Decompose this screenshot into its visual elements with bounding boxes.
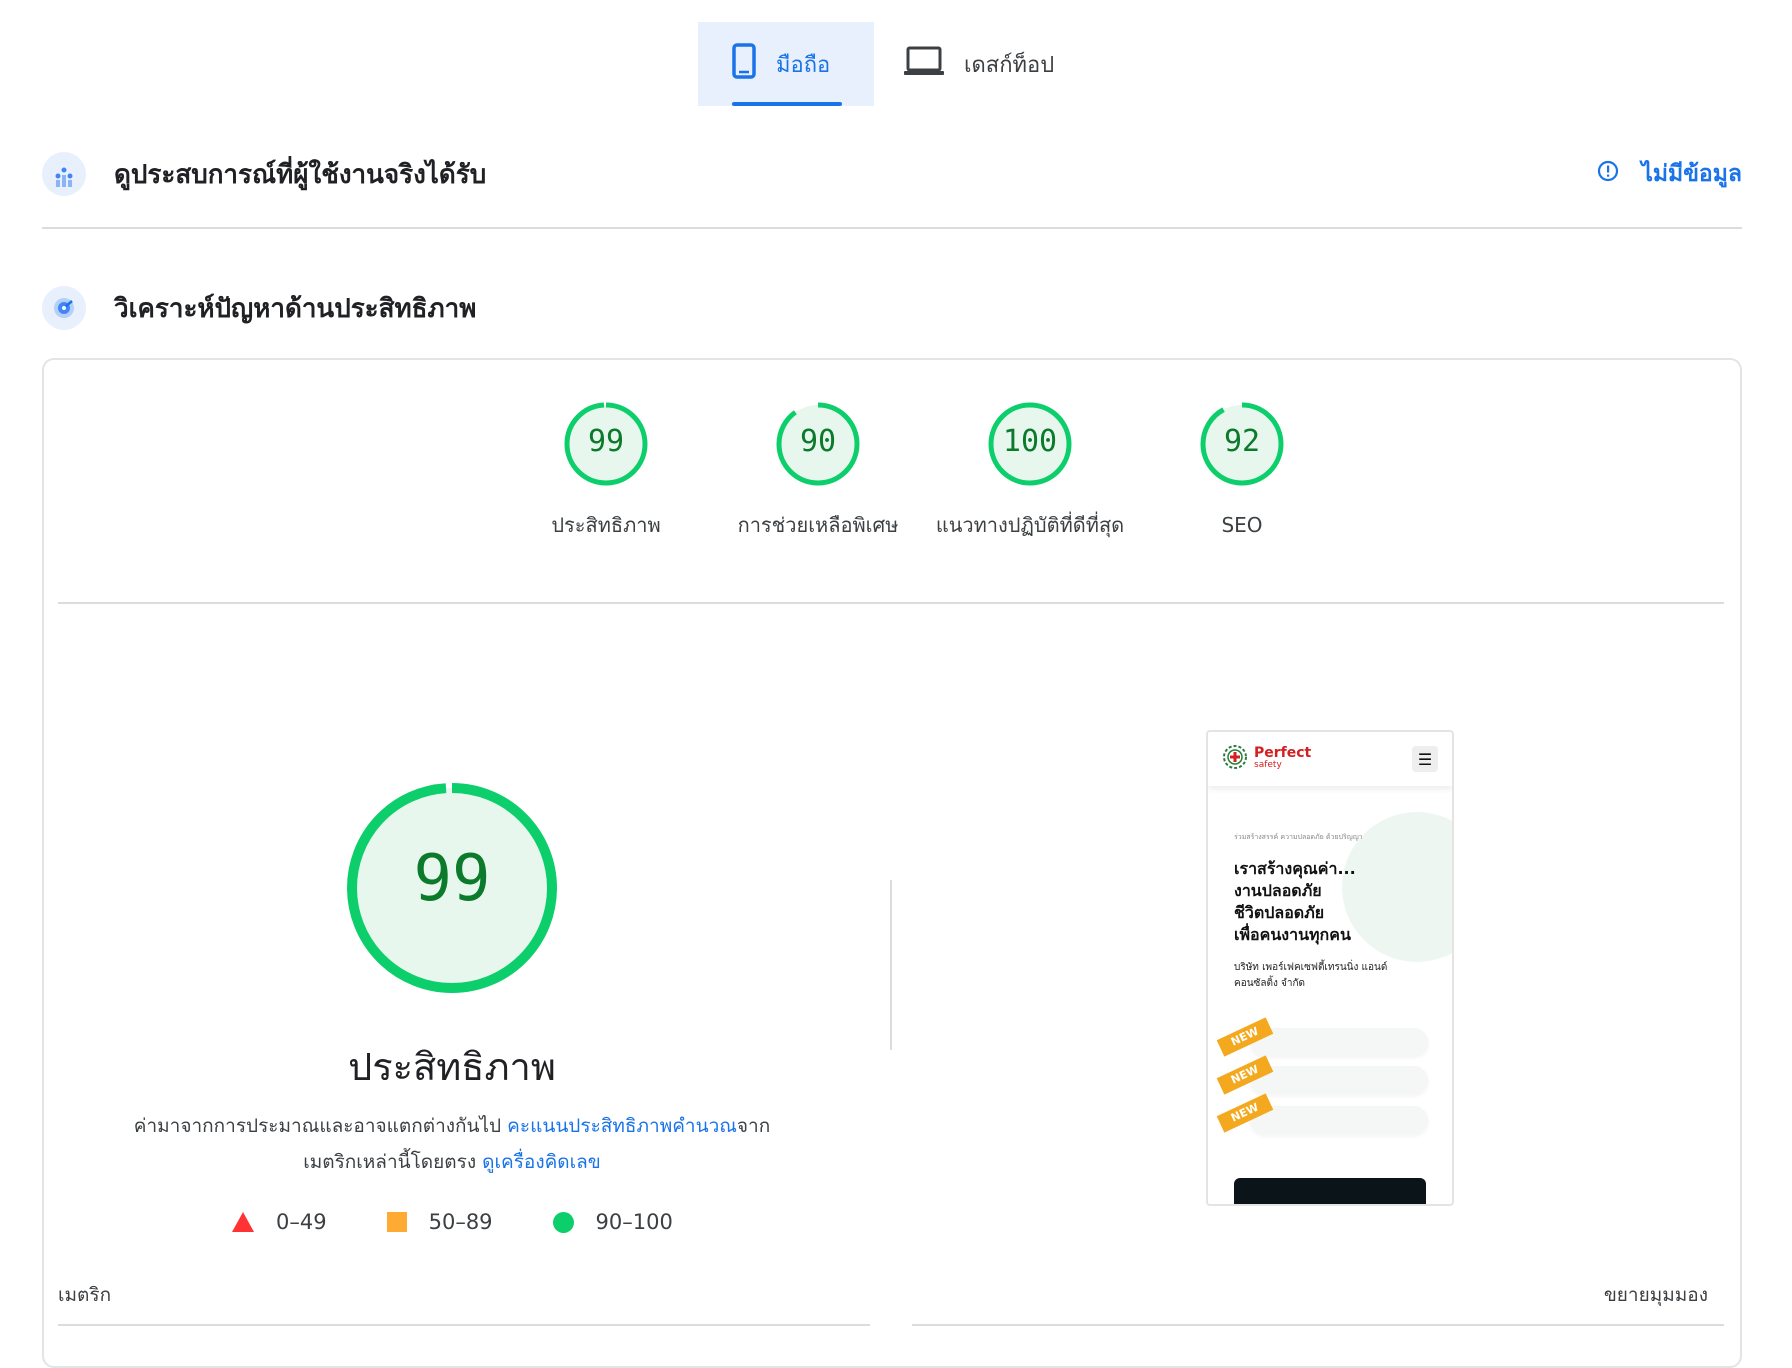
performance-description: ค่ามาจากการประมาณและอาจแตกต่างกันไป คะแน… xyxy=(112,1108,792,1180)
desc-mid: จาก xyxy=(736,1115,771,1137)
score-calc-link[interactable]: คะแนนประสิทธิภาพคำนวณ xyxy=(507,1115,737,1137)
tab-desktop[interactable]: เดสก์ท็อป xyxy=(874,22,1088,106)
card-divider xyxy=(58,602,1724,604)
legend-average-label: 50–89 xyxy=(428,1210,493,1234)
field-data-header: ดูประสบการณ์ที่ผู้ใช้งานจริงได้รับ ไม่มี… xyxy=(42,152,1742,196)
phone-card xyxy=(1250,1106,1428,1134)
phone-icon xyxy=(732,43,756,85)
no-data-link[interactable]: ไม่มีข้อมูล xyxy=(1597,156,1742,192)
gauge-ring: 90 xyxy=(774,400,862,488)
legend-fail-label: 0–49 xyxy=(276,1210,327,1234)
desc-text: ค่ามาจากการประมาณและอาจแตกต่างกันไป xyxy=(133,1115,502,1137)
gauge-accessibility[interactable]: 90 การช่วยเหลือพิเศษ xyxy=(712,400,924,543)
legend-pass: 90–100 xyxy=(552,1210,673,1234)
gauge-label: แนวทางปฏิบัติที่ดีที่สุด xyxy=(935,513,1125,537)
gauge-ring: 92 xyxy=(1198,400,1286,488)
phone-cta-bar xyxy=(1234,1178,1426,1204)
no-data-label: ไม่มีข้อมูล xyxy=(1641,161,1742,187)
metrics-divider xyxy=(912,1324,1724,1326)
gauge-label: SEO xyxy=(1221,513,1263,537)
gauge-best-practices[interactable]: 100 แนวทางปฏิบัติที่ดีที่สุด xyxy=(924,400,1136,543)
vertical-divider xyxy=(890,880,892,1050)
phone-company: บริษัท เพอร์เฟคเซฟตี้เทรนนิ่ง แอนด์ คอนซ… xyxy=(1234,962,1388,989)
metrics-divider xyxy=(58,1324,870,1326)
calculator-link[interactable]: ดูเครื่องคิดเลข xyxy=(482,1151,601,1173)
info-icon xyxy=(1597,160,1619,188)
performance-score: 99 xyxy=(413,842,491,916)
phone-card xyxy=(1250,1028,1428,1056)
legend-fail: 0–49 xyxy=(232,1210,327,1234)
section-divider xyxy=(42,227,1742,229)
hamburger-menu-icon: ☰ xyxy=(1412,746,1438,772)
score-legend: 0–49 50–89 90–100 xyxy=(232,1210,733,1234)
triangle-icon xyxy=(232,1212,254,1232)
gauge-score: 100 xyxy=(1002,424,1058,459)
field-data-title: ดูประสบการณ์ที่ผู้ใช้งานจริงได้รับ xyxy=(114,159,487,190)
diagnose-title: วิเคราะห์ปัญหาด้านประสิทธิภาพ xyxy=(114,293,477,324)
gauge-label: ประสิทธิภาพ xyxy=(551,513,661,537)
gauge-score: 90 xyxy=(799,424,837,459)
legend-average: 50–89 xyxy=(386,1210,493,1234)
gauge-score: 92 xyxy=(1223,424,1261,459)
final-screenshot: Perfect safety ☰ ร่วมสร้างสรรค์ ความปลอดภ… xyxy=(1206,730,1454,1206)
gauge-score: 99 xyxy=(587,424,625,459)
expand-view-toggle[interactable]: ขยายมุมมอง xyxy=(1604,1280,1708,1310)
safety-logo-icon xyxy=(1222,744,1248,774)
legend-pass-label: 90–100 xyxy=(595,1210,673,1234)
square-icon xyxy=(386,1212,407,1232)
gauge-seo[interactable]: 92 SEO xyxy=(1136,400,1348,543)
device-tabs: มือถือ เดสก์ท็อป xyxy=(698,22,1088,106)
diagnose-header: วิเคราะห์ปัญหาด้านประสิทธิภาพ xyxy=(42,286,1742,330)
tab-mobile-label: มือถือ xyxy=(776,52,831,78)
phone-logo: Perfect safety xyxy=(1254,745,1312,770)
circle-icon xyxy=(552,1211,574,1233)
gauge-label: การช่วยเหลือพิเศษ xyxy=(737,513,899,537)
gauge-ring: 100 xyxy=(986,400,1074,488)
phone-headline: เราสร้างคุณค่า... งานปลอดภัย ชีวิตปลอดภั… xyxy=(1234,859,1356,944)
gauge-ring: 99 xyxy=(562,400,650,488)
performance-title: ประสิทธิภาพ xyxy=(348,1045,556,1089)
performance-big-gauge: 99 xyxy=(346,782,558,994)
tab-desktop-label: เดสก์ท็อป xyxy=(964,52,1055,78)
desc-line2: เมตริกเหล่านี้โดยตรง xyxy=(303,1151,477,1173)
field-data-icon xyxy=(42,152,86,196)
category-gauges: 99 ประสิทธิภาพ 90 การช่วยเหลือพิเศษ 100 … xyxy=(500,400,1348,543)
phone-card xyxy=(1250,1066,1428,1094)
phone-tagline: ร่วมสร้างสรรค์ ความปลอดภัย ด้วยปริญญา xyxy=(1234,833,1363,841)
diagnose-icon xyxy=(42,286,86,330)
laptop-icon xyxy=(904,46,944,82)
phone-header: Perfect safety ☰ xyxy=(1208,732,1452,786)
gauge-performance[interactable]: 99 ประสิทธิภาพ xyxy=(500,400,712,543)
tab-mobile[interactable]: มือถือ xyxy=(698,22,874,106)
metrics-label: เมตริก xyxy=(58,1284,112,1306)
